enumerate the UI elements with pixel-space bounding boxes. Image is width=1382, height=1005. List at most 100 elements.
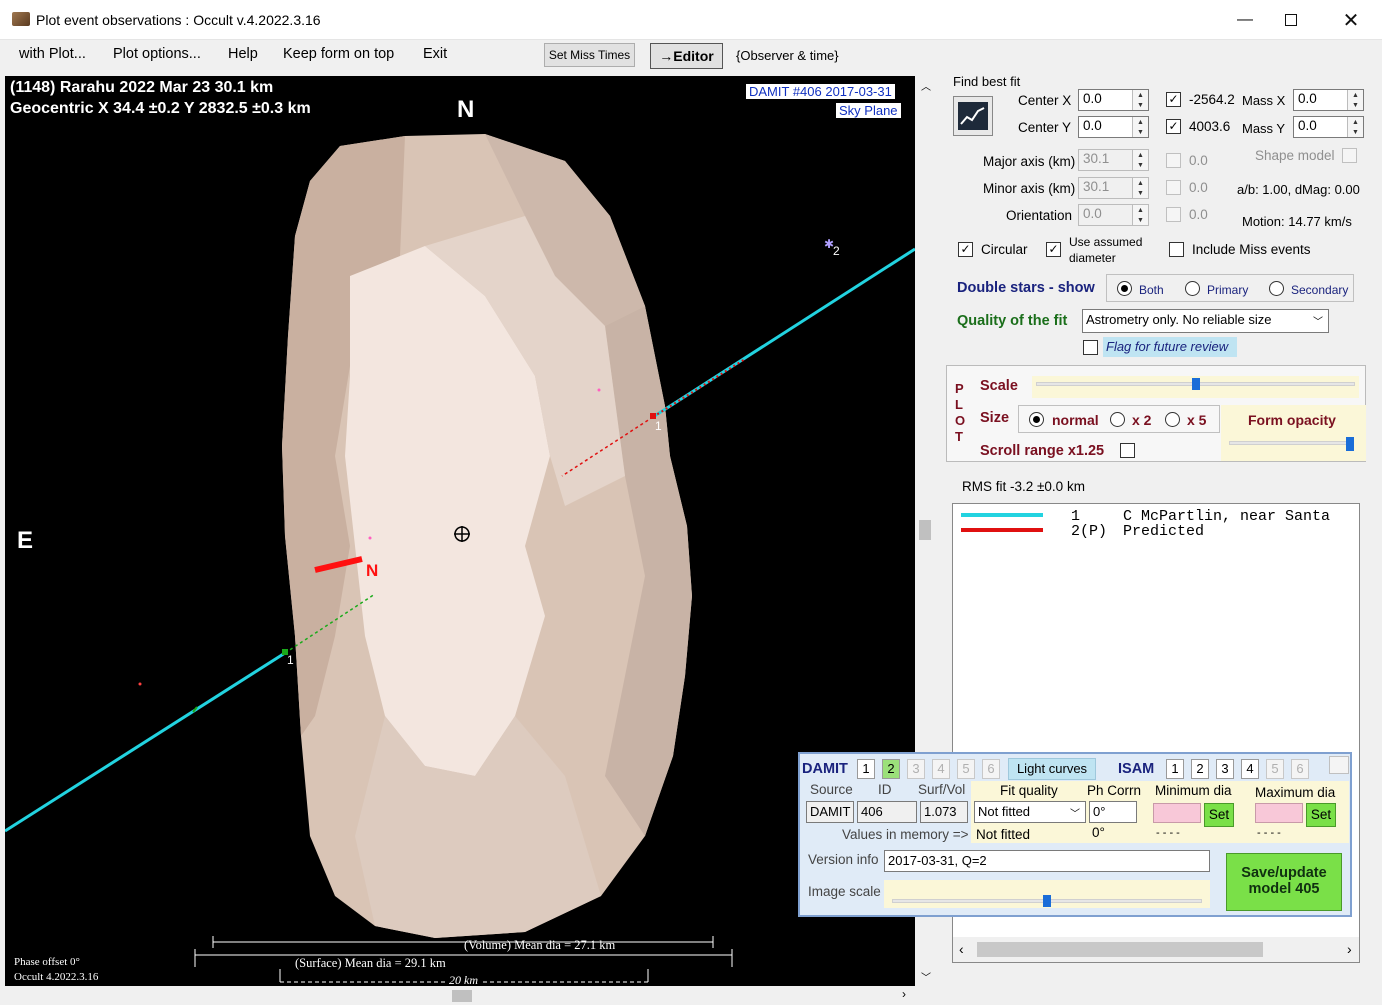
minimize-button[interactable]: — [1222,0,1268,40]
close-button[interactable]: ✕ [1328,0,1374,40]
menu-with-plot[interactable]: with Plot... [19,46,86,62]
orientation-input[interactable]: 0.0 ▲ ▼ [1078,204,1149,226]
source-field: DAMIT [806,801,854,823]
legend-scroll-right[interactable]: › [1347,941,1352,957]
chord-1-label-left: 1 [287,653,294,667]
isam-model-3[interactable]: 3 [1216,759,1234,779]
maximize-button[interactable] [1268,0,1314,40]
light-curves-button[interactable]: Light curves [1008,758,1096,780]
center-x-input[interactable]: 0.0 ▲ ▼ [1078,89,1149,111]
phase-offset-label: Phase offset 0° [14,956,80,968]
surf-vol-field: 1.073 [920,801,968,823]
major-axis-input[interactable]: 30.1 ▲ ▼ [1078,149,1149,171]
double-stars-label: Double stars - show [957,280,1095,296]
save-update-model-button[interactable]: Save/update model 405 [1226,853,1342,911]
double-stars-both-radio[interactable] [1117,281,1132,296]
isam-model-4[interactable]: 4 [1241,759,1259,779]
orientation-checkbox[interactable] [1166,207,1181,222]
set-miss-times-button[interactable]: Set Miss Times [544,43,635,67]
ph-corr-field[interactable]: 0° [1089,801,1137,823]
plot-horizontal-scrollbar[interactable]: › [5,987,915,1005]
double-stars-secondary-radio[interactable] [1269,281,1284,296]
scroll-down-arrow[interactable]: ﹀ [921,969,931,984]
x-value-checkbox[interactable]: ✓ [1166,92,1181,107]
min-dia-set-button[interactable]: Set [1204,803,1234,827]
damit-model-4[interactable]: 4 [932,759,950,779]
circular-checkbox[interactable]: ✓ [958,242,973,257]
scale-slider-thumb[interactable] [1191,378,1200,390]
size-x2-radio[interactable] [1110,412,1125,427]
minor-axis-checkbox[interactable] [1166,180,1181,195]
fit-quality-select[interactable]: Not fitted ﹀ [974,801,1086,823]
menu-help[interactable]: Help [228,46,258,62]
memory-fit-quality: Not fitted [976,827,1031,842]
scale-slider[interactable] [1032,376,1359,398]
quality-select[interactable]: Astrometry only. No reliable size ﹀ [1082,309,1329,333]
menu-exit[interactable]: Exit [423,46,447,62]
scale-label: 20 km [447,973,480,986]
damit-panel-close[interactable] [1329,756,1349,774]
sky-plane-label: Sky Plane [836,103,901,118]
menu-keep-on-top[interactable]: Keep form on top [283,46,394,62]
hscroll-thumb[interactable] [452,990,472,1002]
max-dia-field[interactable] [1255,803,1303,823]
size-x5-radio[interactable] [1165,412,1180,427]
legend-scroll-thumb[interactable] [977,942,1263,957]
size-normal-radio[interactable] [1029,412,1044,427]
opacity-slider[interactable] [1221,433,1366,461]
minor-axis-input[interactable]: 30.1 ▲ ▼ [1078,177,1149,199]
include-miss-checkbox[interactable] [1169,242,1184,257]
image-scale-slider[interactable] [884,880,1210,908]
y-value-checkbox[interactable]: ✓ [1166,119,1181,134]
mass-x-input[interactable]: 0.0 ▲ ▼ [1293,89,1364,111]
max-dia-set-button[interactable]: Set [1306,803,1336,827]
scroll-range-checkbox[interactable] [1120,443,1135,458]
size-normal-label: normal [1052,412,1099,428]
opacity-slider-thumb[interactable] [1346,437,1355,451]
scroll-up-arrow[interactable]: ︿ [921,78,931,93]
use-assumed-checkbox[interactable]: ✓ [1046,242,1061,257]
window-title: Plot event observations : Occult v.4.202… [36,12,321,28]
version-info-field[interactable]: 2017-03-31, Q=2 [884,850,1210,872]
damit-model-3[interactable]: 3 [907,759,925,779]
geocentric-header: Geocentric X 34.4 ±0.2 Y 2832.5 ±0.3 km [10,100,311,117]
min-dia-field[interactable] [1153,803,1201,823]
damit-model-6[interactable]: 6 [982,759,1000,779]
major-axis-checkbox[interactable] [1166,153,1181,168]
image-scale-thumb[interactable] [1043,895,1051,907]
isam-model-1[interactable]: 1 [1166,759,1184,779]
size-x5-label: x 5 [1187,412,1207,428]
legend-scroll-left[interactable]: ‹ [959,941,964,957]
damit-model-5[interactable]: 5 [957,759,975,779]
motion-label: Motion: 14.77 km/s [1242,214,1352,229]
surface-dia-label: (Surface) Mean dia = 29.1 km [295,956,446,970]
scroll-range-label: Scroll range x1.25 [980,443,1105,459]
flag-review-checkbox[interactable] [1083,340,1098,355]
isam-model-5[interactable]: 5 [1266,759,1284,779]
center-y-input[interactable]: 0.0 ▲ ▼ [1078,116,1149,138]
plot-canvas[interactable]: ✱ (1148) Rarahu 2022 Mar 23 30.1 km Geoc… [5,76,915,986]
orientation-label: Orientation [1006,208,1073,223]
id-label: ID [878,782,892,797]
damit-model-1[interactable]: 1 [857,759,875,779]
memory-min-dia: - - - - [1156,827,1180,839]
damit-model-2[interactable]: 2 [882,759,900,779]
mass-y-label: Mass Y [1242,121,1286,136]
shape-model-checkbox[interactable] [1342,148,1357,163]
values-in-memory-label: Values in memory => [842,827,969,842]
legend-hscrollbar[interactable]: ‹ › [953,937,1359,962]
isam-model-2[interactable]: 2 [1191,759,1209,779]
mass-y-input[interactable]: 0.0 ▲ ▼ [1293,116,1364,138]
find-best-fit-button[interactable] [953,96,993,136]
star-dot-3 [138,682,142,686]
scroll-thumb[interactable] [919,520,931,540]
use-assumed-label-2: diameter [1069,251,1116,265]
double-stars-primary-radio[interactable] [1185,281,1200,296]
y-value: 4003.6 [1189,119,1231,134]
chord-1-line-left [5,651,286,833]
editor-button[interactable]: →Editor [650,43,723,69]
observer-time-label[interactable]: {Observer & time} [736,48,839,63]
menu-plot-options[interactable]: Plot options... [113,46,201,62]
isam-model-6[interactable]: 6 [1291,759,1309,779]
scroll-right-arrow[interactable]: › [902,987,906,1001]
